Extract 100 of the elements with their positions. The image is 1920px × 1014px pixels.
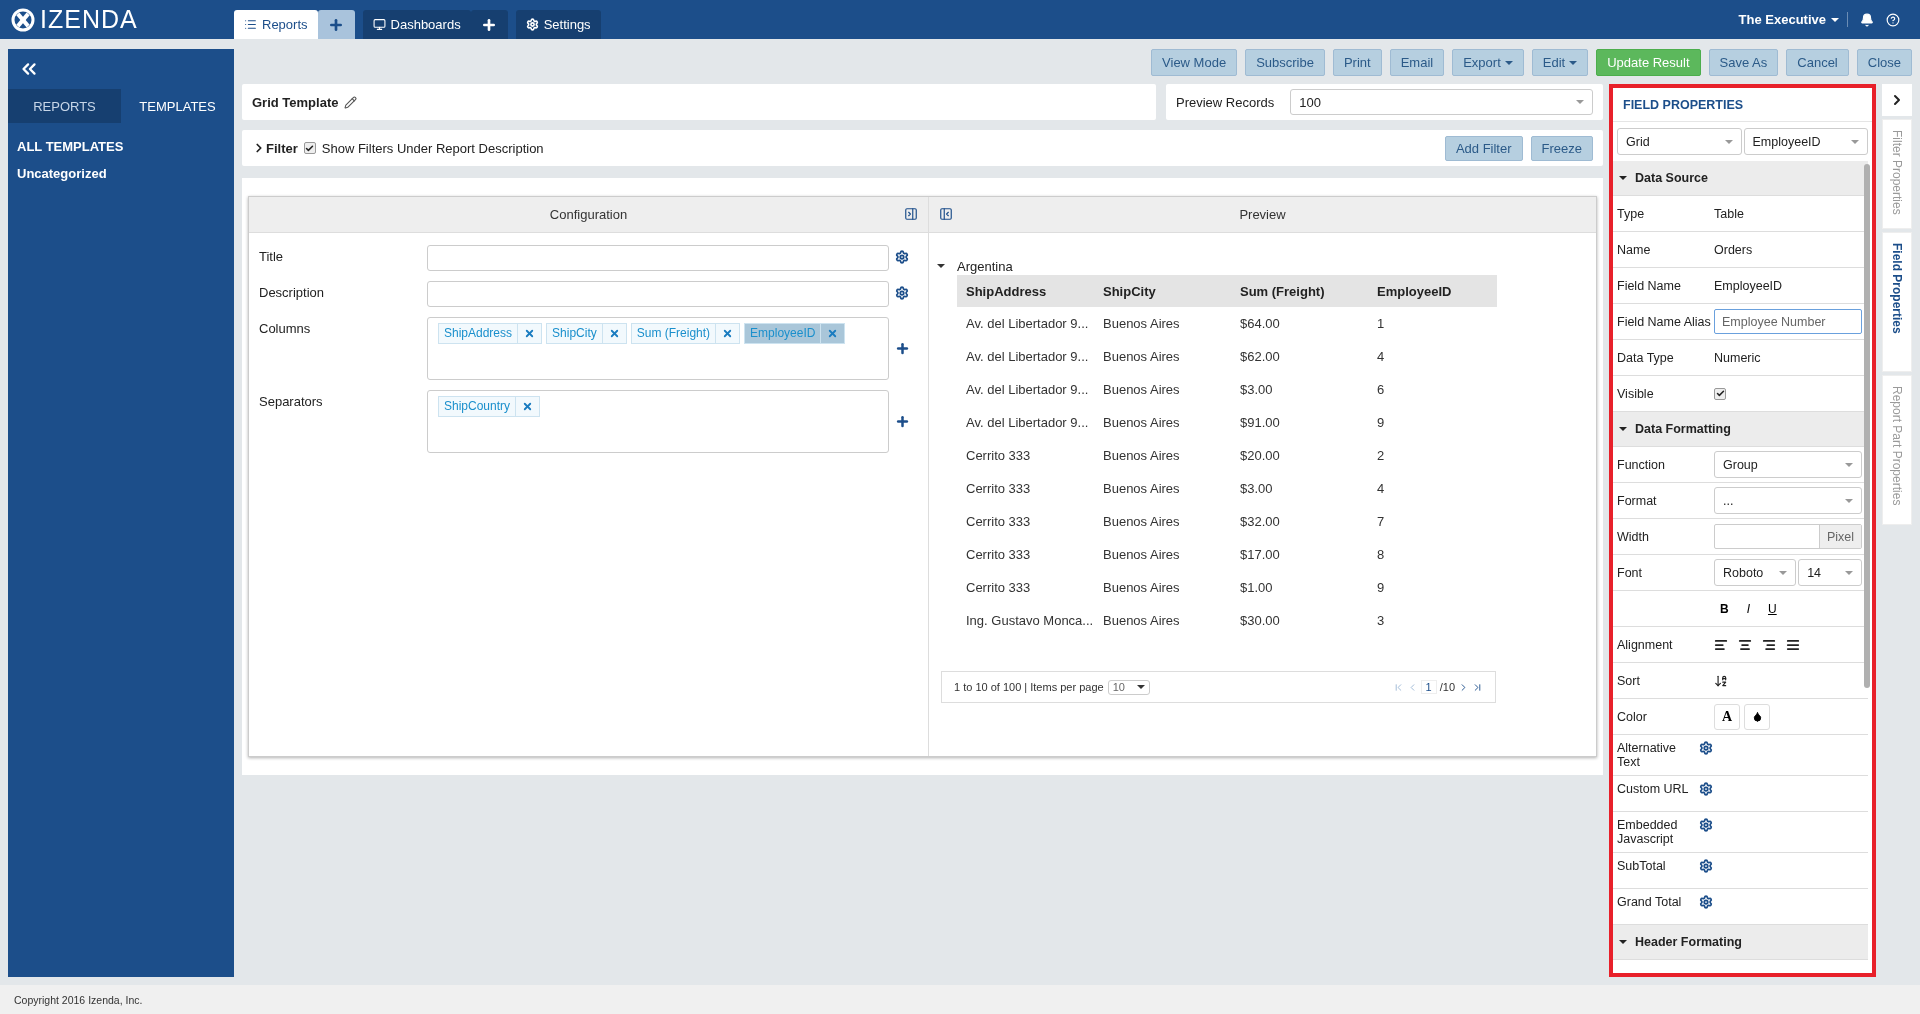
nav-tab[interactable]: Reports	[234, 10, 318, 39]
field-chip[interactable]: ShipAddress	[438, 323, 543, 344]
plus-icon[interactable]	[328, 16, 345, 33]
settings-icon[interactable]	[895, 286, 909, 300]
property-select[interactable]: Grid	[1617, 128, 1742, 155]
pencil-icon[interactable]	[344, 95, 358, 109]
settings-icon[interactable]	[1699, 741, 1713, 755]
collapse-panel-icon[interactable]	[939, 207, 953, 221]
font-color-button[interactable]: A	[1714, 703, 1740, 730]
tag-field[interactable]: ShipAddress ShipCity Sum (Freight) EmployeeID	[427, 317, 889, 380]
sort-icon[interactable]	[1714, 673, 1728, 688]
help-icon[interactable]	[1886, 12, 1900, 27]
settings-icon[interactable]	[1699, 859, 1713, 873]
chip-label: ShipCity	[547, 324, 603, 343]
preview-records-select[interactable]: 100	[1290, 89, 1593, 115]
settings-icon[interactable]	[1699, 782, 1713, 796]
collapse-panel-icon[interactable]	[904, 207, 918, 221]
report-title: Grid Template	[252, 94, 339, 110]
property-label: Width	[1617, 529, 1650, 544]
align-justify-icon[interactable]	[1786, 637, 1800, 652]
table-cell-text: Buenos Aires	[1102, 414, 1181, 432]
font-select[interactable]: Roboto	[1714, 559, 1797, 586]
page-field[interactable]: 1	[1420, 680, 1437, 694]
property-select[interactable]: ...	[1714, 487, 1862, 514]
property-select[interactable]: EmployeeID	[1743, 128, 1868, 155]
add-button[interactable]	[470, 10, 508, 39]
remove-icon[interactable]	[608, 328, 620, 339]
property-label: Field Name Alias	[1617, 314, 1712, 329]
sidebar-item[interactable]: Uncategorized	[8, 160, 234, 187]
toolbar-button[interactable]: Close	[1856, 49, 1912, 76]
style-button[interactable]: U	[1762, 601, 1783, 616]
remove-icon[interactable]	[524, 328, 536, 339]
width-field[interactable]: Pixel	[1714, 524, 1862, 549]
align-left-icon[interactable]	[1714, 637, 1728, 652]
remove-icon[interactable]	[722, 328, 734, 339]
filter-button[interactable]: Add Filter	[1444, 135, 1523, 161]
alias-field[interactable]: Employee Number	[1714, 309, 1862, 334]
nav-tab[interactable]: Settings	[515, 10, 601, 39]
toolbar-button[interactable]: View Mode	[1151, 49, 1238, 76]
tag-field[interactable]: ShipCountry	[427, 390, 889, 453]
user-menu[interactable]: The Executive	[1738, 12, 1848, 27]
background-color-button[interactable]	[1744, 703, 1770, 730]
property-label: Custom URL	[1617, 782, 1690, 796]
visible-checkbox[interactable]	[1714, 387, 1726, 400]
text-field[interactable]	[427, 245, 889, 271]
toolbar-button[interactable]: Save As	[1708, 49, 1779, 76]
table-cell-text: Av. del Libertador 9...	[965, 414, 1090, 432]
checkbox[interactable]	[303, 142, 316, 154]
table-cell-text: Cerrito 333	[965, 447, 1032, 465]
property-select[interactable]: Group	[1714, 451, 1862, 478]
side-tab[interactable]: Field Properties	[1882, 232, 1912, 372]
nav-tab[interactable]: Dashboards	[362, 10, 471, 39]
size-select[interactable]: 14	[1798, 559, 1862, 586]
table-cell-text: Buenos Aires	[1102, 348, 1181, 366]
toolbar-button[interactable]: Print	[1332, 49, 1382, 76]
field-label: Title	[259, 248, 285, 264]
table-cell-text: $32.00	[1239, 513, 1281, 531]
style-button[interactable]: B	[1714, 601, 1735, 616]
section-header[interactable]: Data Source	[1613, 161, 1868, 196]
scrollbar[interactable]	[1864, 164, 1870, 688]
add-icon[interactable]	[895, 414, 910, 429]
add-button[interactable]	[317, 10, 355, 39]
table-cell-text: 7	[1376, 513, 1386, 531]
property-label: Sort	[1617, 673, 1641, 688]
expand-caret-icon[interactable]	[937, 264, 945, 268]
toolbar-button[interactable]: Subscribe	[1245, 49, 1325, 76]
property-label: Alternative Text	[1617, 741, 1678, 769]
per-page-select[interactable]: 10	[1107, 679, 1150, 695]
table-cell-text: Cerrito 333	[965, 480, 1032, 498]
settings-icon[interactable]	[895, 250, 909, 264]
field-chip[interactable]: ShipCity	[546, 323, 627, 344]
last-page-icon[interactable]	[1472, 681, 1483, 693]
column-header: Sum (Freight)	[1231, 275, 1368, 307]
toolbar-button[interactable]: Edit	[1531, 49, 1589, 76]
chip-label: EmployeeID	[745, 324, 822, 343]
remove-icon[interactable]	[522, 401, 534, 412]
property-label: Function	[1617, 457, 1666, 472]
section-header[interactable]: Header Formating	[1613, 925, 1868, 960]
toolbar-button[interactable]: Cancel	[1786, 49, 1849, 76]
table-cell-text: $62.00	[1239, 348, 1281, 366]
align-right-icon[interactable]	[1762, 637, 1776, 652]
toolbar-button[interactable]: Export	[1452, 49, 1524, 76]
style-button[interactable]: I	[1740, 601, 1756, 616]
table-cell-text: $17.00	[1239, 546, 1281, 564]
sidebar-item[interactable]: ALL TEMPLATES	[8, 123, 234, 160]
field-chip[interactable]: Sum (Freight)	[630, 323, 741, 344]
field-chip[interactable]: ShipCountry	[438, 396, 541, 417]
preview-records-label: Preview Records	[1176, 94, 1275, 110]
align-center-icon[interactable]	[1738, 637, 1752, 652]
panel-title: FIELD PROPERTIES	[1613, 88, 1872, 122]
plus-icon[interactable]	[481, 16, 498, 33]
settings-icon[interactable]	[1699, 895, 1713, 909]
settings-icon[interactable]	[1699, 818, 1713, 832]
filter-button[interactable]: Freeze	[1530, 135, 1593, 161]
toolbar-button[interactable]: Email	[1389, 49, 1445, 76]
remove-icon[interactable]	[827, 328, 839, 339]
text-field[interactable]	[427, 281, 889, 307]
add-icon[interactable]	[895, 341, 910, 356]
sidebar-tab[interactable]: REPORTS	[8, 89, 121, 123]
bell-icon[interactable]	[1860, 12, 1874, 27]
